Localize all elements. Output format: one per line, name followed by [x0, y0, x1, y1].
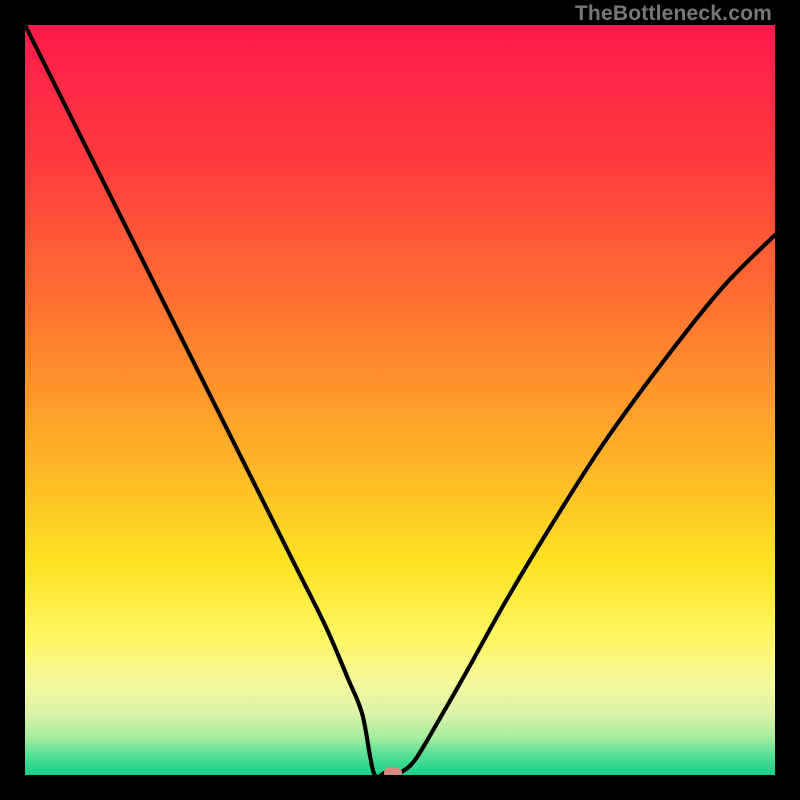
bottleneck-curve	[25, 25, 775, 775]
plot-area	[25, 25, 775, 775]
curve-layer	[25, 25, 775, 775]
optimal-marker	[384, 767, 402, 775]
chart-frame: TheBottleneck.com	[0, 0, 800, 800]
watermark-text: TheBottleneck.com	[575, 2, 772, 26]
